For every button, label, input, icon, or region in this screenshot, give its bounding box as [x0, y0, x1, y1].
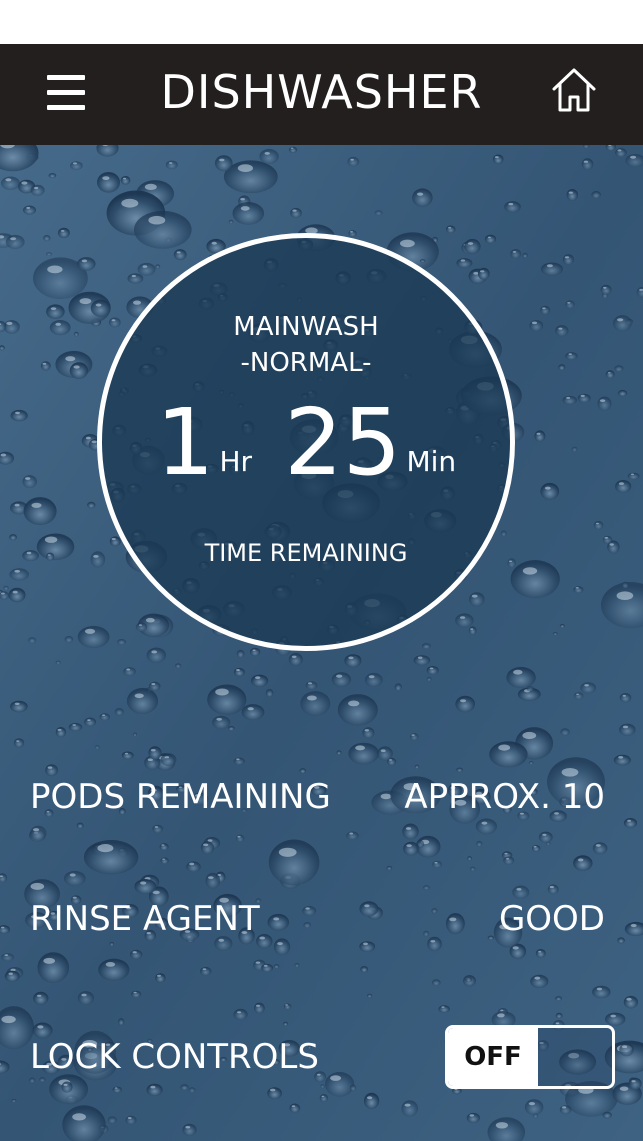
nav-bar: DISHWASHER: [0, 44, 643, 145]
minutes-value: 25: [284, 389, 402, 496]
hours-unit: Hr: [219, 445, 253, 478]
water-droplets-background: MAINWASH -NORMAL- 1 Hr 25 Min TIME REMAI…: [0, 145, 643, 1141]
pods-remaining-label: PODS REMAINING: [30, 777, 331, 817]
cycle-timer-circle: MAINWASH -NORMAL- 1 Hr 25 Min TIME REMAI…: [97, 233, 515, 651]
hours-value: 1: [155, 389, 215, 496]
toggle-off-label: OFF: [448, 1028, 538, 1086]
lock-controls-row: LOCK CONTROLS: [30, 1033, 390, 1081]
minutes-unit: Min: [406, 445, 457, 478]
pods-remaining-row: PODS REMAINING APPROX. 10: [30, 773, 605, 821]
home-icon[interactable]: [550, 66, 598, 114]
cycle-name: MAINWASH: [233, 312, 379, 342]
cycle-option: -NORMAL-: [240, 348, 372, 378]
time-remaining-label: TIME REMAINING: [204, 539, 408, 567]
rinse-agent-value: GOOD: [498, 899, 605, 939]
lock-controls-label: LOCK CONTROLS: [30, 1037, 319, 1077]
time-remaining-value: 1 Hr 25 Min: [102, 388, 510, 498]
pods-remaining-value: APPROX. 10: [404, 777, 605, 817]
lock-controls-toggle[interactable]: OFF: [445, 1025, 615, 1089]
rinse-agent-row: RINSE AGENT GOOD: [30, 895, 605, 943]
page-title: DISHWASHER: [160, 65, 483, 119]
toggle-on-area: [538, 1028, 612, 1086]
status-bar: [0, 0, 643, 44]
rinse-agent-label: RINSE AGENT: [30, 899, 260, 939]
app-screen: DISHWASHER MAINWASH -NORMAL- 1 Hr 25 Min…: [0, 0, 643, 1141]
